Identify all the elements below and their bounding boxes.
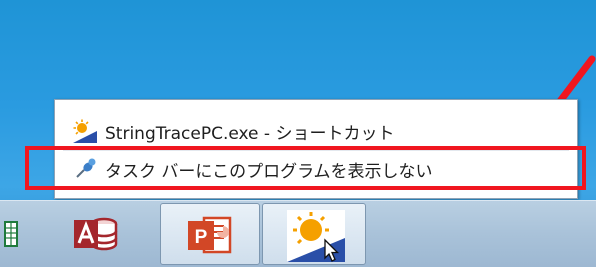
- annotation-highlight-box: [25, 146, 586, 190]
- access-icon: [74, 217, 118, 251]
- excel-icon: [4, 221, 18, 247]
- taskbar-button-access[interactable]: [58, 203, 130, 265]
- jump-list-item-label: StringTracePC.exe - ショートカット: [105, 123, 395, 144]
- powerpoint-icon-letter: P: [195, 227, 208, 248]
- taskbar: P: [0, 200, 596, 267]
- jump-list-item-stringtrace-shortcut[interactable]: StringTracePC.exe - ショートカット: [63, 114, 569, 148]
- powerpoint-icon: P: [188, 216, 232, 254]
- taskbar-button-excel[interactable]: [0, 203, 28, 265]
- taskbar-button-stringtracepc[interactable]: [262, 203, 366, 265]
- stringtrace-app-icon: [287, 210, 345, 262]
- taskbar-button-powerpoint[interactable]: P: [160, 203, 260, 265]
- stringtrace-app-icon: [73, 119, 97, 143]
